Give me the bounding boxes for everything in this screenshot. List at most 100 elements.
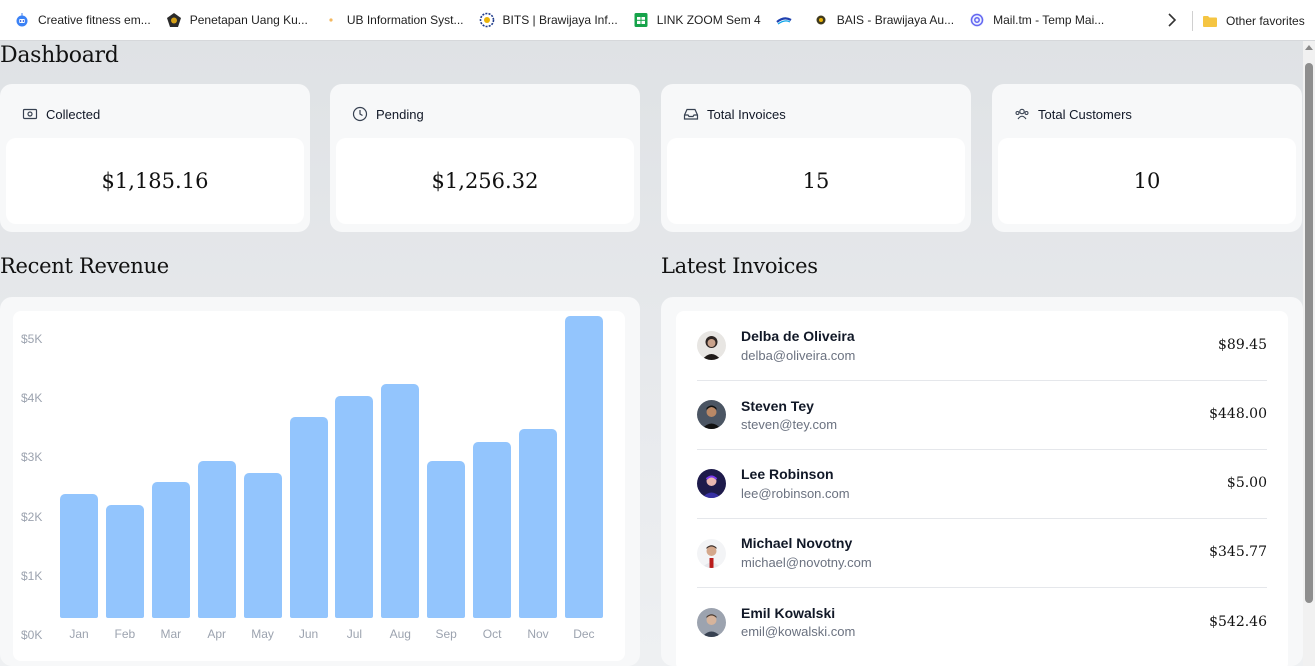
revenue-bar-apr (197, 461, 236, 618)
at-icon (969, 12, 985, 28)
x-tick-label: Mar (160, 627, 182, 641)
y-tick-label: $2K (21, 509, 43, 524)
invoice-row[interactable]: Emil Kowalski emil@kowalski.com $542.46 (697, 587, 1267, 656)
latest-invoices-card: Delba de Oliveira delba@oliveira.com $89… (661, 297, 1303, 666)
avatar (697, 331, 726, 360)
revenue-bar-nov (519, 429, 557, 618)
invoice-row[interactable]: Michael Novotny michael@novotny.com $345… (697, 518, 1267, 587)
x-tick-label: Aug (389, 627, 411, 641)
card-value: $1,256.32 (336, 138, 634, 224)
invoice-amount: $448.00 (1209, 406, 1267, 422)
customer-email: delba@oliveira.com (741, 348, 856, 363)
invoice-row[interactable]: Steven Tey steven@tey.com $448.00 (697, 380, 1267, 449)
shield-icon (813, 12, 829, 28)
x-tick-label: Feb (114, 627, 136, 641)
recent-revenue-title: Recent Revenue (0, 254, 169, 278)
revenue-chart: $0K $1K $2K $3K $4K $5K Jan Feb Mar Apr May Jun Jul A… (13, 311, 625, 661)
card-collected: Collected $1,185.16 (0, 84, 310, 232)
customer-name: Michael Novotny (741, 535, 853, 551)
invoice-amount: $5.00 (1226, 475, 1267, 491)
customer-name: Delba de Oliveira (741, 328, 855, 344)
card-value: 10 (998, 138, 1296, 224)
bsi-logo-icon (776, 12, 792, 28)
bookmark-ub-information-system[interactable]: UB Information Syst... (317, 6, 470, 34)
revenue-bar-oct (473, 441, 512, 618)
bookmark-mail-tm[interactable]: Mail.tm - Temp Mai... (963, 6, 1110, 34)
revenue-bar-dec (564, 316, 603, 618)
bookmark-bsi[interactable] (770, 6, 804, 34)
revenue-bar-aug (381, 384, 420, 618)
invoice-row[interactable]: Lee Robinson lee@robinson.com $5.00 (697, 449, 1267, 518)
customer-email: lee@robinson.com (741, 486, 850, 501)
y-tick-label: $0K (21, 628, 43, 642)
user-group-icon (1014, 106, 1030, 122)
card-label: Total Customers (1038, 106, 1132, 122)
inbox-icon (683, 106, 699, 122)
card-value: 15 (667, 138, 965, 224)
bookmark-label: Penetapan Uang Ku... (189, 13, 308, 27)
revenue-bar-mar (151, 481, 190, 618)
x-tick-label: Oct (482, 627, 502, 641)
bookmark-label: BITS | Brawijaya Inf... (502, 13, 618, 27)
folder-icon (1202, 13, 1218, 29)
other-favorites-folder[interactable]: Other favorites (1196, 7, 1311, 35)
y-tick-label: $5K (21, 331, 43, 346)
clock-icon (352, 106, 368, 122)
gear-emblem-icon (479, 12, 495, 28)
revenue-bar-jun (289, 416, 328, 618)
x-tick-label: Jan (69, 627, 89, 641)
customer-name: Emil Kowalski (741, 605, 836, 621)
revenue-bar-may (243, 472, 282, 618)
bookmark-bits-brawijaya[interactable]: BITS | Brawijaya Inf... (473, 6, 624, 34)
x-tick-label: Apr (207, 627, 227, 641)
customer-email: emil@kowalski.com (741, 624, 856, 639)
customer-email: michael@novotny.com (741, 555, 872, 570)
card-label: Collected (46, 106, 101, 122)
banknotes-icon (22, 106, 38, 122)
x-tick-label: Jun (298, 627, 319, 641)
x-tick-label: May (251, 627, 274, 641)
bookmark-link-zoom[interactable]: LINK ZOOM Sem 4 (627, 6, 767, 34)
invoice-row[interactable]: Delba de Oliveira delba@oliveira.com $89… (697, 311, 1267, 380)
chevron-right-icon[interactable] (1164, 12, 1180, 28)
other-favorites-label: Other favorites (1226, 14, 1305, 28)
x-tick-label: Nov (527, 627, 549, 641)
bookmarks-bar: Creative fitness em... Penetapan Uang Ku… (0, 0, 1315, 41)
avatar (697, 608, 726, 637)
card-label: Total Invoices (707, 106, 786, 122)
customer-name: Steven Tey (741, 398, 814, 414)
bookmark-creative-fitness[interactable]: Creative fitness em... (8, 6, 157, 34)
customer-name: Lee Robinson (741, 466, 834, 482)
crest-icon (166, 12, 182, 28)
card-total-invoices: Total Invoices 15 (661, 84, 971, 232)
avatar (697, 400, 726, 429)
sheets-icon (633, 12, 649, 28)
invoice-amount: $542.46 (1209, 614, 1267, 630)
scrollbar-thumb[interactable] (1305, 63, 1313, 603)
avatar (697, 539, 726, 568)
avatar (697, 469, 726, 498)
revenue-bar-jul (335, 395, 374, 618)
y-tick-label: $4K (21, 391, 43, 406)
bookmark-label: Mail.tm - Temp Mai... (993, 13, 1105, 27)
bookmark-penetapan-uang[interactable]: Penetapan Uang Ku... (160, 6, 314, 34)
bookmark-bais-brawijaya[interactable]: BAIS - Brawijaya Au... (807, 6, 960, 34)
latest-invoices-title: Latest Invoices (661, 254, 818, 278)
revenue-chart-card: $0K $1K $2K $3K $4K $5K Jan Feb Mar Apr May Jun Jul A… (0, 297, 640, 666)
x-tick-label: Jul (346, 627, 363, 641)
revenue-bar-sep (427, 461, 466, 618)
dashboard-main: Dashboard Collected $1,185.16 Pending $1… (0, 41, 1303, 666)
card-pending: Pending $1,256.32 (330, 84, 640, 232)
card-total-customers: Total Customers 10 (992, 84, 1302, 232)
revenue-bar-jan (60, 493, 98, 618)
card-label: Pending (376, 106, 424, 122)
bookmark-label: UB Information Syst... (346, 13, 464, 27)
dot-icon (323, 12, 339, 28)
bookmark-label: BAIS - Brawijaya Au... (836, 13, 955, 27)
y-tick-label: $3K (21, 450, 43, 465)
revenue-bar-feb (105, 505, 144, 618)
page-title: Dashboard (0, 43, 119, 68)
invoice-list: Delba de Oliveira delba@oliveira.com $89… (676, 311, 1288, 666)
scroll-up-arrow-icon[interactable] (1305, 45, 1313, 50)
card-value: $1,185.16 (6, 138, 304, 224)
